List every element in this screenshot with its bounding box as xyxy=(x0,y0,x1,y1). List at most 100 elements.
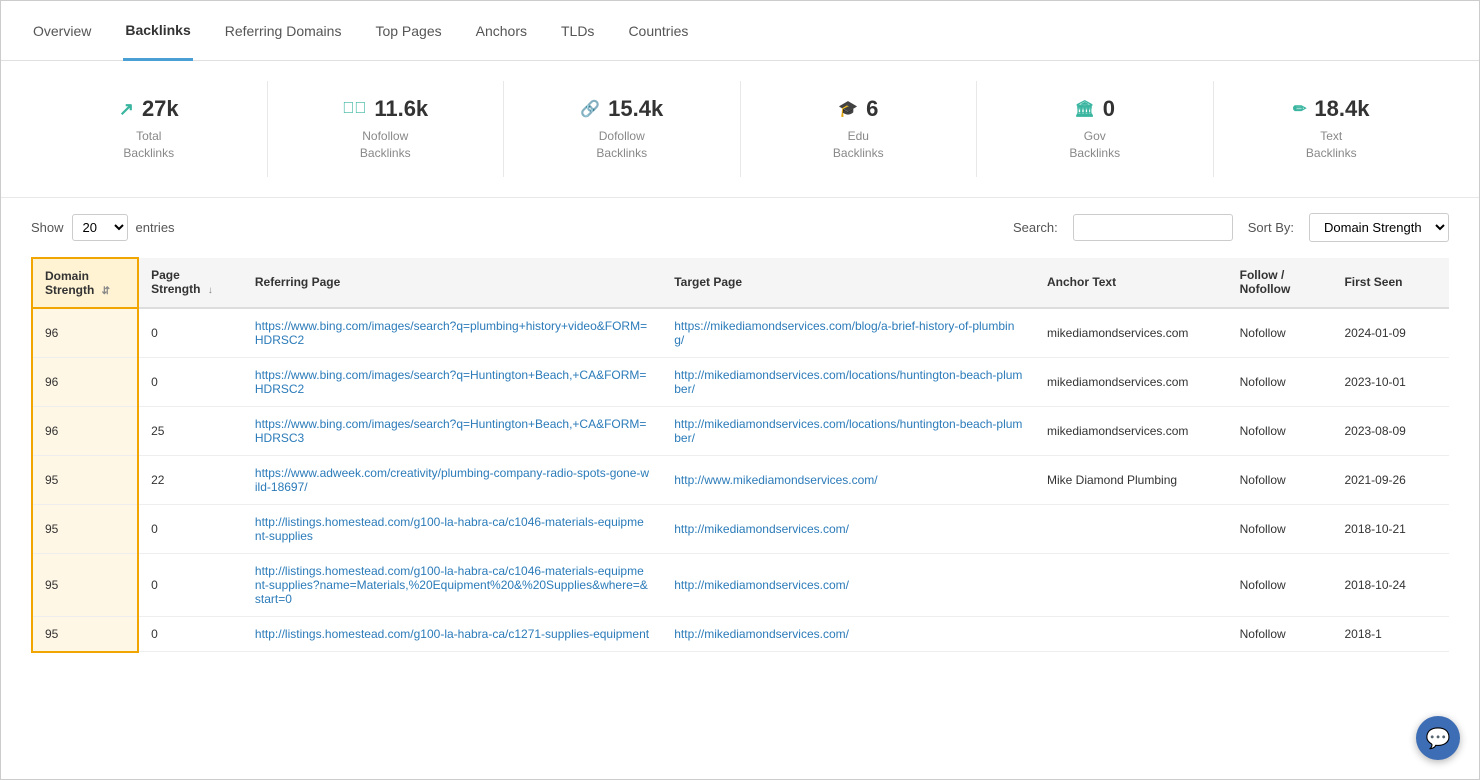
cell-anchor-text: mikediamondservices.com xyxy=(1035,357,1228,406)
cell-domain-strength: 95 xyxy=(32,553,138,616)
cell-anchor-text xyxy=(1035,504,1228,553)
edu-backlinks-value: 6 xyxy=(866,96,878,122)
referring-page-link[interactable]: https://www.bing.com/images/search?q=Hun… xyxy=(255,417,647,445)
cell-page-strength: 25 xyxy=(138,406,243,455)
referring-page-link[interactable]: https://www.bing.com/images/search?q=Hun… xyxy=(255,368,647,396)
cell-first-seen: 2018-10-21 xyxy=(1332,504,1449,553)
cell-follow-nofollow: Nofollow xyxy=(1228,406,1333,455)
tab-tlds[interactable]: TLDs xyxy=(559,1,596,60)
chat-icon: 💬 xyxy=(1426,726,1451,751)
sort-icon-domain-strength: ⇵ xyxy=(102,286,110,297)
text-backlinks-value: 18.4k xyxy=(1314,96,1369,122)
chat-button[interactable]: 💬 xyxy=(1416,716,1460,760)
cell-domain-strength: 95 xyxy=(32,504,138,553)
referring-page-link[interactable]: https://www.bing.com/images/search?q=plu… xyxy=(255,319,647,347)
cell-follow-nofollow: Nofollow xyxy=(1228,357,1333,406)
tab-top-pages[interactable]: Top Pages xyxy=(373,1,443,60)
show-select[interactable]: 10 20 50 100 xyxy=(72,214,128,241)
sort-label: Sort By: xyxy=(1248,220,1294,235)
tab-overview[interactable]: Overview xyxy=(31,1,93,60)
cell-referring-page: http://listings.homestead.com/g100-la-ha… xyxy=(243,504,662,553)
edu-backlinks-icon: 🎓 xyxy=(838,99,858,119)
cell-anchor-text: mikediamondservices.com xyxy=(1035,406,1228,455)
col-header-domain-strength[interactable]: DomainStrength ⇵ xyxy=(32,258,138,308)
cell-referring-page: https://www.bing.com/images/search?q=Hun… xyxy=(243,357,662,406)
cell-page-strength: 22 xyxy=(138,455,243,504)
cell-target-page: http://mikediamondservices.com/locations… xyxy=(662,357,1035,406)
sort-select[interactable]: Domain Strength Page Strength First Seen xyxy=(1309,213,1449,242)
cell-follow-nofollow: Nofollow xyxy=(1228,455,1333,504)
col-header-anchor-text: Anchor Text xyxy=(1035,258,1228,308)
cell-referring-page: https://www.bing.com/images/search?q=plu… xyxy=(243,308,662,358)
stat-dofollow-backlinks: 🔗 15.4k DofollowBacklinks xyxy=(504,81,741,177)
cell-page-strength: 0 xyxy=(138,308,243,358)
table-row: 96 0 https://www.bing.com/images/search?… xyxy=(32,308,1449,358)
cell-first-seen: 2023-10-01 xyxy=(1332,357,1449,406)
nofollow-backlinks-icon: 🔗⃠ xyxy=(342,100,366,118)
text-backlinks-icon: ✏ xyxy=(1293,99,1306,119)
cell-page-strength: 0 xyxy=(138,616,243,652)
cell-anchor-text xyxy=(1035,616,1228,652)
cell-domain-strength: 95 xyxy=(32,616,138,652)
cell-anchor-text: mikediamondservices.com xyxy=(1035,308,1228,358)
tab-backlinks[interactable]: Backlinks xyxy=(123,2,192,61)
cell-target-page: http://mikediamondservices.com/ xyxy=(662,616,1035,652)
cell-domain-strength: 95 xyxy=(32,455,138,504)
cell-page-strength: 0 xyxy=(138,504,243,553)
cell-domain-strength: 96 xyxy=(32,308,138,358)
total-backlinks-label: TotalBacklinks xyxy=(41,128,257,162)
cell-referring-page: https://www.bing.com/images/search?q=Hun… xyxy=(243,406,662,455)
cell-follow-nofollow: Nofollow xyxy=(1228,504,1333,553)
sort-icon-page-strength: ↓ xyxy=(208,285,213,296)
tab-countries[interactable]: Countries xyxy=(626,1,690,60)
cell-target-page: https://mikediamondservices.com/blog/a-b… xyxy=(662,308,1035,358)
total-backlinks-icon: ↗ xyxy=(119,99,134,120)
stat-text-backlinks: ✏ 18.4k TextBacklinks xyxy=(1214,81,1450,177)
referring-page-link[interactable]: http://listings.homestead.com/g100-la-ha… xyxy=(255,564,648,606)
search-input[interactable] xyxy=(1073,214,1233,241)
referring-page-link[interactable]: http://listings.homestead.com/g100-la-ha… xyxy=(255,627,649,641)
cell-referring-page: https://www.adweek.com/creativity/plumbi… xyxy=(243,455,662,504)
cell-target-page: http://mikediamondservices.com/ xyxy=(662,553,1035,616)
col-header-follow-nofollow: Follow /Nofollow xyxy=(1228,258,1333,308)
referring-page-link[interactable]: https://www.adweek.com/creativity/plumbi… xyxy=(255,466,649,494)
cell-referring-page: http://listings.homestead.com/g100-la-ha… xyxy=(243,553,662,616)
cell-page-strength: 0 xyxy=(138,553,243,616)
cell-first-seen: 2023-08-09 xyxy=(1332,406,1449,455)
cell-referring-page: http://listings.homestead.com/g100-la-ha… xyxy=(243,616,662,652)
target-page-link[interactable]: http://mikediamondservices.com/ xyxy=(674,578,849,592)
cell-anchor-text xyxy=(1035,553,1228,616)
cell-first-seen: 2018-1 xyxy=(1332,616,1449,652)
show-entries-control: Show 10 20 50 100 entries xyxy=(31,214,175,241)
edu-backlinks-label: EduBacklinks xyxy=(751,128,967,162)
show-label: Show xyxy=(31,220,64,235)
stat-edu-backlinks: 🎓 6 EduBacklinks xyxy=(741,81,978,177)
cell-page-strength: 0 xyxy=(138,357,243,406)
tab-referring-domains[interactable]: Referring Domains xyxy=(223,1,344,60)
cell-follow-nofollow: Nofollow xyxy=(1228,553,1333,616)
entries-label: entries xyxy=(136,220,175,235)
navigation-tabs: Overview Backlinks Referring Domains Top… xyxy=(1,1,1479,61)
target-page-link[interactable]: http://mikediamondservices.com/locations… xyxy=(674,417,1022,445)
search-label: Search: xyxy=(1013,220,1058,235)
tab-anchors[interactable]: Anchors xyxy=(474,1,529,60)
stat-gov-backlinks: 🏛 0 GovBacklinks xyxy=(977,81,1214,177)
gov-backlinks-icon: 🏛 xyxy=(1074,99,1094,119)
controls-row: Show 10 20 50 100 entries Search: Sort B… xyxy=(1,198,1479,257)
dofollow-backlinks-icon: 🔗 xyxy=(580,99,600,119)
target-page-link[interactable]: http://www.mikediamondservices.com/ xyxy=(674,473,877,487)
col-header-page-strength[interactable]: PageStrength ↓ xyxy=(138,258,243,308)
controls-right: Search: Sort By: Domain Strength Page St… xyxy=(1013,213,1449,242)
target-page-link[interactable]: http://mikediamondservices.com/ xyxy=(674,522,849,536)
gov-backlinks-value: 0 xyxy=(1103,96,1115,122)
table-row: 95 0 http://listings.homestead.com/g100-… xyxy=(32,616,1449,652)
gov-backlinks-label: GovBacklinks xyxy=(987,128,1203,162)
nofollow-backlinks-value: 11.6k xyxy=(374,96,428,122)
target-page-link[interactable]: http://mikediamondservices.com/locations… xyxy=(674,368,1022,396)
referring-page-link[interactable]: http://listings.homestead.com/g100-la-ha… xyxy=(255,515,644,543)
total-backlinks-value: 27k xyxy=(142,96,179,122)
target-page-link[interactable]: http://mikediamondservices.com/ xyxy=(674,627,849,641)
stat-nofollow-backlinks: 🔗⃠ 11.6k NofollowBacklinks xyxy=(268,81,505,177)
target-page-link[interactable]: https://mikediamondservices.com/blog/a-b… xyxy=(674,319,1014,347)
cell-anchor-text: Mike Diamond Plumbing xyxy=(1035,455,1228,504)
